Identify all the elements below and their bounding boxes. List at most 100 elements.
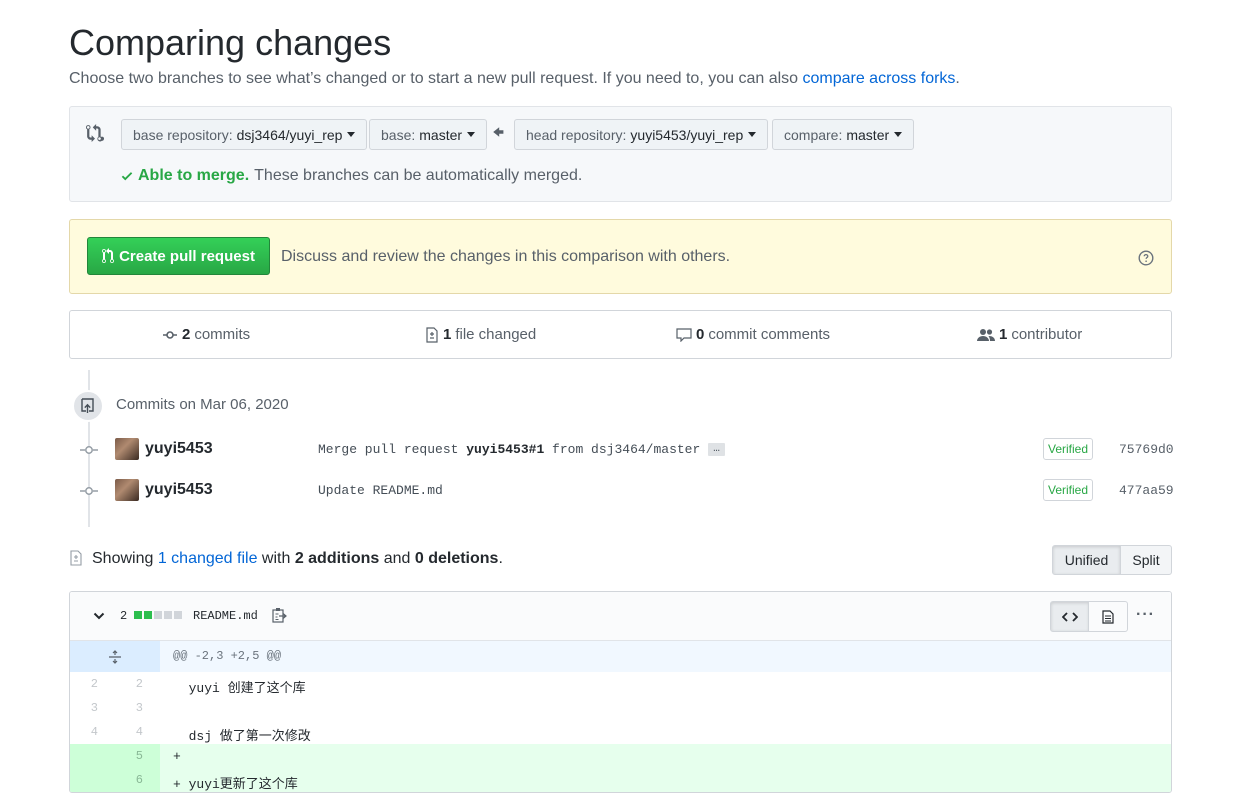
diffstat-block-added (134, 611, 142, 619)
page-subtitle: Choose two branches to see what’s change… (69, 70, 960, 88)
file-diff-icon (426, 326, 438, 343)
check-icon (121, 172, 133, 181)
people-icon (977, 328, 995, 341)
commit-sha[interactable]: 75769d0 (1119, 442, 1174, 457)
chevron-down-icon[interactable] (93, 610, 105, 622)
commit-message-suffix: from dsj3464/master (544, 442, 701, 457)
diff-line-addition: 5 + (70, 744, 1171, 768)
additions-count: 2 additions (294, 550, 380, 567)
changed-files-link[interactable]: 1 changed file (158, 550, 258, 567)
git-commit-icon (163, 330, 177, 339)
old-line-number[interactable]: 3 (70, 696, 106, 720)
showing-and: and (379, 550, 415, 567)
diff-line-code: yuyi 创建了这个库 (173, 681, 306, 696)
caret-down-icon (467, 132, 476, 137)
commit-author[interactable]: yuyi5453 (145, 440, 213, 458)
diff-line-code: dsj 做了第一次修改 (173, 729, 311, 744)
commit-message[interactable]: Merge pull request yuyi5453#1 from dsj34… (318, 442, 725, 457)
commit-sha[interactable]: 477aa59 (1119, 483, 1174, 498)
expand-message-button[interactable]: … (708, 443, 725, 457)
expand-lines-button[interactable] (70, 641, 160, 672)
avatar[interactable] (115, 438, 139, 460)
showing-suffix: . (498, 550, 503, 567)
compare-branch-label: compare: (784, 126, 843, 143)
diffstat-count: 2 (120, 609, 128, 623)
showing-prefix: Showing (92, 550, 158, 567)
commits-date-badge (72, 390, 104, 422)
diff-line-code: + yuyi更新了这个库 (173, 777, 298, 792)
code-icon (1062, 611, 1078, 622)
new-line-number[interactable]: 4 (106, 720, 151, 744)
diff-line: 2 2 yuyi 创建了这个库 (70, 672, 1171, 696)
file-icon (1102, 609, 1114, 624)
rich-diff-button[interactable] (1088, 601, 1128, 632)
commit-message-text: Merge pull request (318, 442, 467, 457)
new-line-number[interactable]: 5 (106, 744, 151, 768)
diffstat-block-added (144, 611, 152, 619)
create-pr-description: Discuss and review the changes in this c… (281, 248, 731, 265)
hunk-header: @@ -2,3 +2,5 @@ (70, 641, 1171, 672)
hunk-header-text: @@ -2,3 +2,5 @@ (173, 649, 282, 663)
old-line-number[interactable] (70, 768, 106, 792)
base-branch-select[interactable]: base: master (369, 119, 488, 150)
commit-message-text: Update README.md (318, 483, 443, 498)
commits-date-heading: Commits on Mar 06, 2020 (116, 396, 289, 413)
summary-commits[interactable]: 2 commits (162, 326, 250, 343)
clippy-icon[interactable] (271, 607, 287, 623)
old-line-number[interactable] (70, 744, 106, 768)
caret-down-icon (748, 132, 757, 137)
deletions-count: 0 deletions (414, 550, 499, 567)
page-title: Comparing changes (69, 22, 392, 63)
new-line-number[interactable]: 6 (106, 768, 151, 792)
base-repository-value: dsj3464/yuyi_rep (236, 126, 343, 143)
commits-count: 2 (182, 326, 191, 343)
files-label: file changed (455, 326, 537, 343)
summary-comments[interactable]: 0 commit comments (676, 326, 830, 343)
compare-across-forks-link[interactable]: compare across forks (802, 70, 955, 87)
head-repository-value: yuyi5453/yuyi_rep (630, 126, 744, 143)
compare-branch-value: master (846, 126, 890, 143)
base-branch-value: master (419, 126, 463, 143)
create-pull-request-button[interactable]: Create pull request (87, 237, 270, 275)
old-line-number[interactable]: 2 (70, 672, 106, 696)
more-options-button[interactable]: ··· (1136, 606, 1155, 624)
merge-ok-text: Able to merge. (138, 167, 250, 184)
base-branch-label: base: (381, 126, 416, 143)
avatar[interactable] (115, 479, 139, 501)
base-repository-label: base repository: (133, 126, 233, 143)
caret-down-icon (894, 132, 903, 137)
verified-badge[interactable]: Verified (1043, 438, 1094, 460)
caret-down-icon (347, 132, 356, 137)
diff-line-addition: 6 + yuyi更新了这个库 (70, 768, 1171, 792)
showing-summary: Showing 1 changed file with 2 additions … (92, 550, 503, 568)
compare-branch-select[interactable]: compare: master (772, 119, 915, 150)
new-line-number[interactable]: 2 (106, 672, 151, 696)
comments-count: 0 (696, 326, 705, 343)
git-commit-icon (80, 487, 98, 495)
new-line-number[interactable]: 3 (106, 696, 151, 720)
unified-view-button[interactable]: Unified (1052, 545, 1121, 575)
subtitle-text: Choose two branches to see what’s change… (69, 70, 803, 87)
file-diff-icon (70, 550, 82, 566)
split-view-button[interactable]: Split (1120, 545, 1172, 575)
create-pull-request-label: Create pull request (119, 247, 255, 265)
commit-author[interactable]: yuyi5453 (145, 481, 213, 499)
summary-files[interactable]: 1 file changed (425, 326, 536, 343)
subtitle-suffix: . (955, 70, 960, 87)
pull-request-icon (102, 248, 115, 263)
commit-issue-ref[interactable]: yuyi5453#1 (466, 442, 544, 457)
unfold-icon (109, 649, 121, 664)
base-repository-select[interactable]: base repository: dsj3464/yuyi_rep (121, 119, 368, 150)
head-repository-select[interactable]: head repository: yuyi5453/yuyi_rep (514, 119, 769, 150)
source-diff-button[interactable] (1050, 601, 1090, 632)
comment-icon (676, 327, 692, 342)
commit-message[interactable]: Update README.md (318, 483, 443, 498)
file-name[interactable]: README.md (193, 609, 258, 623)
diffstat-block-neutral (174, 611, 182, 619)
question-icon[interactable] (1138, 250, 1154, 266)
verified-badge[interactable]: Verified (1043, 479, 1094, 501)
contributors-label: contributor (1011, 326, 1083, 343)
showing-mid: with (257, 550, 295, 567)
old-line-number[interactable]: 4 (70, 720, 106, 744)
summary-contributors[interactable]: 1 contributor (977, 326, 1082, 343)
